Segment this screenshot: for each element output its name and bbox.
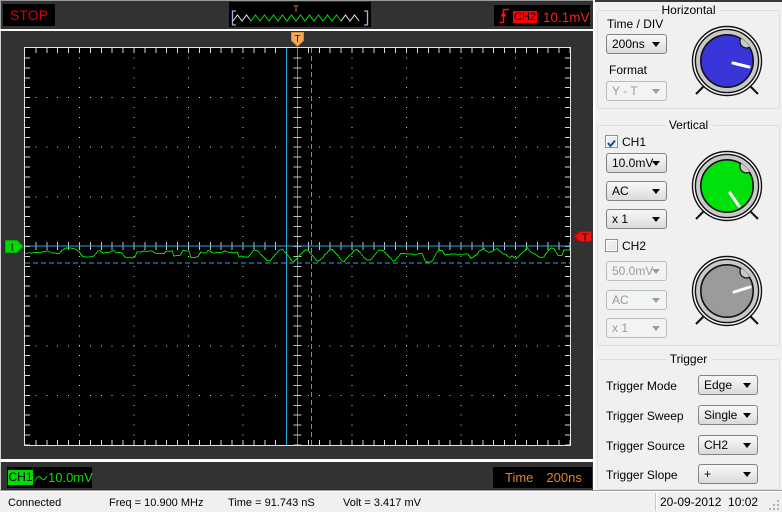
svg-text:T: T: [293, 4, 299, 14]
svg-text:1: 1: [9, 242, 15, 254]
svg-text:T: T: [582, 231, 589, 242]
svg-text:T: T: [294, 34, 300, 45]
